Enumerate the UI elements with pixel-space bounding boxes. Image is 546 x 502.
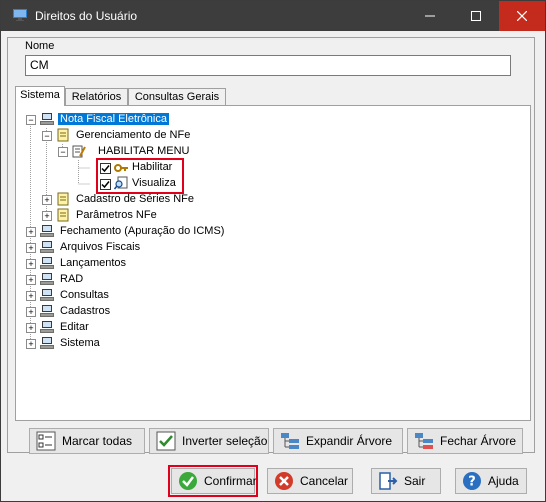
computer-icon bbox=[40, 257, 54, 269]
cancelar-button[interactable]: Cancelar bbox=[267, 468, 353, 494]
permissions-tree[interactable]: − Nota Fiscal Eletrônica − Gerenciamento… bbox=[15, 105, 531, 421]
tree-label: Editar bbox=[60, 321, 89, 333]
cancel-icon bbox=[275, 472, 293, 490]
confirmar-highlight-box bbox=[168, 465, 258, 497]
tree-label: Cadastros bbox=[60, 305, 111, 317]
tree-label: Lançamentos bbox=[60, 257, 127, 269]
expand-toggle[interactable]: + bbox=[42, 195, 52, 205]
expandir-arvore-label: Expandir Árvore bbox=[306, 434, 393, 448]
expand-toggle[interactable]: + bbox=[26, 275, 36, 285]
tree-label: Cadastro de Séries NFe bbox=[76, 193, 194, 205]
expand-toggle[interactable]: + bbox=[26, 291, 36, 301]
expand-toggle[interactable]: + bbox=[42, 211, 52, 221]
marcar-todas-label: Marcar todas bbox=[62, 434, 133, 448]
exit-icon bbox=[379, 472, 398, 490]
tree-label: Gerenciamento de NFe bbox=[76, 129, 191, 141]
tree-label: Arquivos Fiscais bbox=[60, 241, 141, 253]
ajuda-label: Ajuda bbox=[488, 474, 519, 488]
expand-toggle[interactable]: + bbox=[26, 307, 36, 317]
close-button[interactable] bbox=[499, 1, 545, 31]
checklist-icon bbox=[36, 431, 56, 451]
check-box-icon bbox=[156, 431, 176, 451]
expand-toggle[interactable]: + bbox=[26, 243, 36, 253]
computer-icon bbox=[40, 337, 54, 349]
document-pencil-icon bbox=[72, 145, 86, 158]
expand-toggle[interactable]: + bbox=[26, 227, 36, 237]
computer-icon bbox=[40, 225, 54, 237]
computer-icon bbox=[40, 289, 54, 301]
computer-icon bbox=[40, 305, 54, 317]
expand-toggle[interactable]: + bbox=[26, 323, 36, 333]
tree-label: Nota Fiscal Eletrônica bbox=[58, 113, 169, 125]
maximize-icon bbox=[471, 11, 481, 21]
close-icon bbox=[517, 11, 527, 21]
marcar-todas-button[interactable]: Marcar todas bbox=[29, 428, 145, 454]
ajuda-button[interactable]: ? Ajuda bbox=[455, 468, 527, 494]
minimize-icon bbox=[425, 15, 435, 17]
app-icon bbox=[13, 9, 27, 21]
nome-label: Nome bbox=[25, 40, 55, 52]
notepad-icon bbox=[57, 192, 69, 206]
tab-consultas-gerais[interactable]: Consultas Gerais bbox=[128, 88, 226, 105]
collapse-toggle[interactable]: − bbox=[26, 115, 36, 125]
expand-toggle[interactable]: + bbox=[26, 259, 36, 269]
fechar-arvore-button[interactable]: Fechar Árvore bbox=[407, 428, 523, 454]
checkbox-highlight-box bbox=[96, 158, 184, 194]
tree-label: Sistema bbox=[60, 337, 100, 349]
maximize-button[interactable] bbox=[453, 1, 499, 31]
cancelar-label: Cancelar bbox=[300, 474, 349, 488]
svg-text:?: ? bbox=[468, 475, 476, 490]
collapse-toggle[interactable]: − bbox=[58, 147, 68, 157]
expand-toggle[interactable]: + bbox=[26, 339, 36, 349]
computer-icon bbox=[40, 273, 54, 285]
computer-icon bbox=[40, 241, 54, 253]
sair-button[interactable]: Sair bbox=[371, 468, 441, 494]
computer-icon bbox=[40, 321, 54, 333]
title-bar[interactable]: Direitos do Usuário bbox=[1, 1, 545, 31]
expandir-arvore-button[interactable]: Expandir Árvore bbox=[273, 428, 403, 454]
notepad-icon bbox=[57, 208, 69, 222]
collapse-tree-icon bbox=[415, 433, 433, 449]
minimize-button[interactable] bbox=[407, 1, 453, 31]
tree-label: Fechamento (Apuração do ICMS) bbox=[60, 225, 225, 237]
fechar-arvore-label: Fechar Árvore bbox=[440, 434, 517, 448]
inverter-selecao-button[interactable]: Inverter seleção bbox=[149, 428, 269, 454]
sair-label: Sair bbox=[404, 474, 426, 488]
expand-tree-icon bbox=[281, 433, 299, 449]
window-title: Direitos do Usuário bbox=[35, 9, 138, 23]
tab-relatorios[interactable]: Relatórios bbox=[65, 88, 128, 105]
computer-icon bbox=[40, 113, 54, 125]
inverter-selecao-label: Inverter seleção bbox=[182, 434, 268, 448]
tree-label: RAD bbox=[60, 273, 84, 285]
tab-sistema[interactable]: Sistema bbox=[15, 86, 65, 106]
collapse-toggle[interactable]: − bbox=[42, 131, 52, 141]
tree-label: HABILITAR MENU bbox=[98, 145, 190, 157]
nome-input[interactable]: CM bbox=[25, 55, 511, 76]
help-icon: ? bbox=[463, 472, 481, 490]
user-rights-window: Direitos do Usuário Nome CM Sistema Rela… bbox=[0, 0, 546, 502]
notepad-icon bbox=[57, 128, 69, 142]
tree-label: Parâmetros NFe bbox=[76, 209, 157, 221]
tree-label: Consultas bbox=[60, 289, 109, 301]
